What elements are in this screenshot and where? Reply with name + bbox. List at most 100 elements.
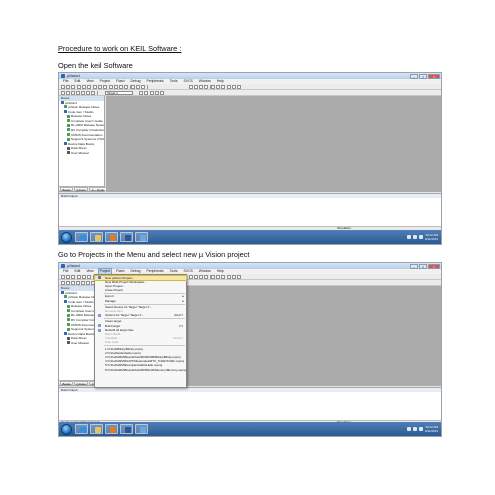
- close-button[interactable]: ×: [428, 263, 440, 269]
- toolbar-button-icon[interactable]: [221, 275, 225, 279]
- toolbar-button-icon[interactable]: [86, 91, 90, 95]
- toolbar-button-icon[interactable]: [98, 85, 102, 89]
- toolbar-button-icon[interactable]: [232, 85, 236, 89]
- panel-tab[interactable]: Books: [60, 187, 74, 192]
- flag-icon[interactable]: [406, 427, 411, 431]
- toolbar-button-icon[interactable]: [66, 85, 70, 89]
- toolbar-button-icon[interactable]: [194, 275, 198, 279]
- toolbar-button-icon[interactable]: [82, 85, 86, 89]
- toolbar-button-icon[interactable]: [103, 85, 107, 89]
- taskbar-word[interactable]: [120, 424, 133, 434]
- toolbar-button-icon[interactable]: [150, 91, 154, 95]
- toolbar-button-icon[interactable]: [141, 85, 145, 89]
- taskbar-explorer[interactable]: [90, 232, 103, 242]
- toolbar-button-icon[interactable]: [61, 275, 65, 279]
- network-icon[interactable]: [412, 235, 417, 239]
- toolbar-button-icon[interactable]: [77, 85, 81, 89]
- toolbar-button-icon[interactable]: [199, 275, 203, 279]
- maximize-button[interactable]: □: [419, 263, 427, 269]
- toolbar-button-icon[interactable]: [221, 85, 225, 89]
- toolbar-button-icon[interactable]: [199, 85, 203, 89]
- toolbar-button-icon[interactable]: [87, 275, 91, 279]
- editor-area[interactable]: [106, 96, 441, 192]
- toolbar-button-icon[interactable]: [61, 281, 65, 285]
- toolbar-button-icon[interactable]: [87, 85, 91, 89]
- toolbar-button-icon[interactable]: [76, 281, 80, 285]
- taskbar-uvision[interactable]: [135, 424, 148, 434]
- target-select[interactable]: Target 1: [105, 90, 133, 96]
- minimize-button[interactable]: –: [410, 263, 418, 269]
- taskbar-explorer[interactable]: [90, 424, 103, 434]
- project-menu-item[interactable]: Close Project: [95, 288, 186, 292]
- project-menu-item: Stop build: [95, 340, 186, 344]
- toolbar-button-icon[interactable]: [82, 275, 86, 279]
- toolbar-button-icon[interactable]: [119, 85, 123, 89]
- panel-tab[interactable]: {} Func: [74, 381, 89, 386]
- toolbar-button-icon[interactable]: [114, 85, 118, 89]
- taskbar-ie[interactable]: [75, 232, 88, 242]
- minimize-button[interactable]: –: [410, 73, 418, 79]
- toolbar-button-icon[interactable]: [66, 275, 70, 279]
- toolbar-button-icon[interactable]: [155, 91, 159, 95]
- toolbar-button-icon[interactable]: [237, 85, 241, 89]
- toolbar-button-icon[interactable]: [204, 275, 208, 279]
- taskbar-ie[interactable]: [75, 424, 88, 434]
- toolbar-button-icon[interactable]: [66, 281, 70, 285]
- project-menu-item[interactable]: Options for Target 'Target 1'... Alt+F7: [95, 313, 186, 317]
- toolbar-button-icon[interactable]: [81, 281, 85, 285]
- toolbar-button-icon[interactable]: [77, 275, 81, 279]
- word-icon: [124, 235, 131, 241]
- toolbar-button-icon[interactable]: [160, 91, 164, 95]
- toolbar-button-icon[interactable]: [227, 275, 231, 279]
- toolbar-button-icon[interactable]: [194, 85, 198, 89]
- clock[interactable]: 10:12 AM 4/11/2013: [425, 233, 438, 241]
- start-button[interactable]: [61, 423, 72, 435]
- toolbar-button-icon[interactable]: [189, 275, 193, 279]
- toolbar-button-icon[interactable]: [237, 275, 241, 279]
- toolbar-button-icon[interactable]: [136, 85, 140, 89]
- taskbar-uvision[interactable]: [135, 232, 148, 242]
- start-button[interactable]: [61, 231, 72, 243]
- toolbar-button-icon[interactable]: [66, 91, 70, 95]
- flag-icon[interactable]: [406, 235, 411, 239]
- volume-icon[interactable]: [418, 427, 423, 431]
- toolbar-button-icon[interactable]: [216, 275, 220, 279]
- toolbar-button-icon[interactable]: [189, 85, 193, 89]
- toolbar-button-icon[interactable]: [139, 91, 143, 95]
- toolbar-button-icon[interactable]: [204, 85, 208, 89]
- toolbar-button-icon[interactable]: [71, 91, 75, 95]
- project-menu-item[interactable]: 6 D:\Keil\ARM\Boards\Keil\MCB2140\Memory…: [95, 368, 186, 372]
- toolbar-button-icon[interactable]: [71, 275, 75, 279]
- toolbar-button-icon[interactable]: [91, 91, 95, 95]
- close-button[interactable]: ×: [428, 73, 440, 79]
- taskbar-media[interactable]: [105, 232, 118, 242]
- toolbar-button-icon[interactable]: [216, 85, 220, 89]
- toolbar-button-icon[interactable]: [211, 85, 215, 89]
- toolbar-button-icon[interactable]: [81, 91, 85, 95]
- panel-tab[interactable]: Books: [60, 381, 74, 386]
- toolbar-button-icon[interactable]: [232, 275, 236, 279]
- toolbar-button-icon[interactable]: [93, 85, 97, 89]
- books-tree-item[interactable]: User Manual: [59, 151, 104, 156]
- toolbar-button-icon[interactable]: [109, 85, 113, 89]
- network-icon[interactable]: [412, 427, 417, 431]
- taskbar-media[interactable]: [105, 424, 118, 434]
- toolbar-button-icon[interactable]: [227, 85, 231, 89]
- toolbar-button-icon[interactable]: [124, 85, 128, 89]
- toolbar-button-icon[interactable]: [61, 91, 65, 95]
- volume-icon[interactable]: [418, 235, 423, 239]
- toolbar-button-icon[interactable]: [211, 275, 215, 279]
- toolbar-button-icon[interactable]: [86, 281, 90, 285]
- toolbar-button-icon[interactable]: [61, 85, 65, 89]
- panel-tab[interactable]: 0→ Temp: [89, 187, 107, 192]
- toolbar-button-icon[interactable]: [144, 91, 148, 95]
- toolbar-button-icon[interactable]: [76, 91, 80, 95]
- toolbar-button-icon[interactable]: [71, 281, 75, 285]
- toolbar-button-icon[interactable]: [131, 85, 135, 89]
- toolbar-button-icon[interactable]: [71, 85, 75, 89]
- clock[interactable]: 10:12 AM 4/11/2013: [425, 425, 438, 433]
- project-menu-item[interactable]: Manage ▸: [95, 299, 186, 303]
- panel-tab[interactable]: {} Func: [74, 187, 89, 192]
- maximize-button[interactable]: □: [419, 73, 427, 79]
- taskbar-word[interactable]: [120, 232, 133, 242]
